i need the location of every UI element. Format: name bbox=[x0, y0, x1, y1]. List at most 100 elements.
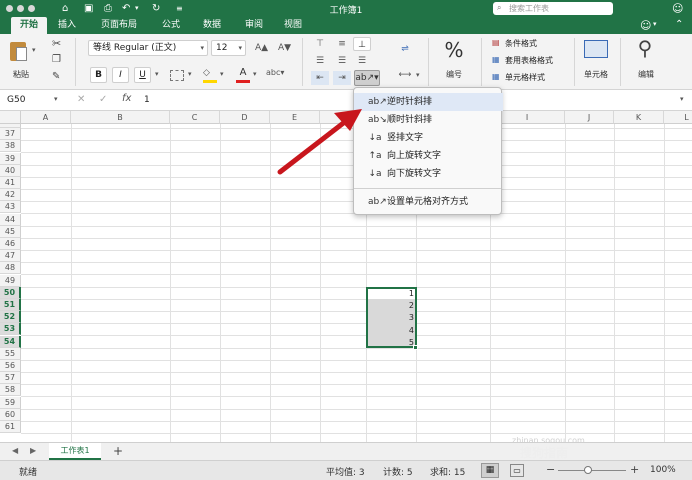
row-header-41[interactable]: 41 bbox=[0, 177, 21, 190]
enter-icon[interactable]: ✓ bbox=[99, 94, 107, 105]
tab-insert[interactable]: 插入 bbox=[51, 17, 83, 34]
row-header-52[interactable]: 52 bbox=[0, 311, 21, 324]
font-color-dropdown-icon[interactable]: ▾ bbox=[253, 70, 257, 78]
font-color-icon[interactable]: A bbox=[236, 67, 250, 79]
row-header-55[interactable]: 55 bbox=[0, 348, 21, 361]
menu-item-rotate-down[interactable]: ↓a 向下旋转文字 bbox=[354, 165, 503, 183]
cell-value[interactable]: 5 bbox=[370, 337, 414, 349]
menu-item-rotate-ccw[interactable]: ab↗ 逆时针斜排 bbox=[354, 93, 503, 111]
sheet-tab[interactable]: 工作表1 bbox=[49, 443, 101, 460]
formula-input[interactable]: 1 bbox=[144, 95, 150, 105]
cells-icon[interactable] bbox=[584, 40, 608, 58]
row-header-49[interactable]: 49 bbox=[0, 275, 21, 288]
percent-icon[interactable]: % bbox=[441, 38, 467, 62]
align-center-icon[interactable]: ☰ bbox=[333, 54, 351, 68]
tab-page-layout[interactable]: 页面布局 bbox=[93, 17, 145, 34]
column-header-d[interactable]: D bbox=[220, 111, 270, 124]
row-header-43[interactable]: 43 bbox=[0, 201, 21, 214]
prev-sheet-icon[interactable]: ◀ bbox=[12, 446, 18, 455]
redo-icon[interactable]: ↻ bbox=[152, 0, 160, 17]
row-header-46[interactable]: 46 bbox=[0, 238, 21, 251]
tab-review[interactable]: 审阅 bbox=[238, 17, 270, 34]
cell-value[interactable]: 3 bbox=[370, 312, 414, 324]
column-header-j[interactable]: J bbox=[565, 111, 614, 124]
bold-button[interactable]: B bbox=[90, 67, 107, 83]
undo-icon[interactable]: ↶ bbox=[122, 0, 130, 17]
row-header-59[interactable]: 59 bbox=[0, 397, 21, 410]
cell-value[interactable]: 2 bbox=[370, 300, 414, 312]
font-name-dropdown[interactable]: 等线 Regular (正文) ▾ bbox=[88, 40, 208, 56]
find-icon[interactable]: ⚲ bbox=[632, 36, 658, 62]
column-header-k[interactable]: K bbox=[614, 111, 664, 124]
merge-center-icon[interactable]: ⟷ bbox=[396, 68, 414, 82]
cell-value[interactable]: 4 bbox=[370, 325, 414, 337]
format-painter-icon[interactable]: ✎ bbox=[52, 71, 60, 82]
cut-icon[interactable]: ✂ bbox=[52, 37, 61, 50]
align-top-icon[interactable]: ⊤ bbox=[311, 37, 329, 51]
zoom-slider-thumb[interactable] bbox=[584, 466, 592, 474]
cell-value[interactable]: 1 bbox=[370, 288, 414, 300]
row-header-37[interactable]: 37 bbox=[0, 128, 21, 141]
row-header-58[interactable]: 58 bbox=[0, 384, 21, 397]
row-header-40[interactable]: 40 bbox=[0, 165, 21, 178]
row-header-47[interactable]: 47 bbox=[0, 250, 21, 263]
copy-icon[interactable]: ❐ bbox=[52, 54, 61, 65]
decrease-indent-icon[interactable]: ⇤ bbox=[311, 71, 329, 85]
print-icon[interactable]: ⎙ bbox=[104, 0, 112, 17]
name-box[interactable]: G50 bbox=[7, 95, 25, 105]
row-header-50[interactable]: 50 bbox=[0, 287, 21, 300]
tab-formulas[interactable]: 公式 bbox=[155, 17, 187, 34]
align-right-icon[interactable]: ☰ bbox=[353, 54, 371, 68]
tab-home[interactable]: 开始 bbox=[11, 17, 47, 34]
row-header-61[interactable]: 61 bbox=[0, 421, 21, 434]
borders-icon[interactable] bbox=[170, 70, 184, 81]
save-icon[interactable]: ▣ bbox=[84, 0, 93, 17]
row-header-51[interactable]: 51 bbox=[0, 299, 21, 312]
row-header-57[interactable]: 57 bbox=[0, 372, 21, 385]
column-header-a[interactable]: A bbox=[21, 111, 71, 124]
search-box[interactable]: ⌕ 搜索工作表 bbox=[493, 2, 613, 15]
next-sheet-icon[interactable]: ▶ bbox=[30, 446, 36, 455]
row-header-54[interactable]: 54 bbox=[0, 336, 21, 349]
shrink-font-button[interactable]: A▼ bbox=[275, 41, 294, 55]
phonetic-icon[interactable]: abc▾ bbox=[266, 68, 294, 82]
zoom-slider[interactable] bbox=[558, 470, 626, 471]
tab-view[interactable]: 视图 bbox=[277, 17, 309, 34]
fill-handle[interactable] bbox=[413, 345, 418, 350]
grow-font-button[interactable]: A▲ bbox=[252, 41, 271, 55]
row-header-39[interactable]: 39 bbox=[0, 153, 21, 166]
row-header-38[interactable]: 38 bbox=[0, 140, 21, 153]
paste-button[interactable] bbox=[8, 40, 30, 64]
column-header-c[interactable]: C bbox=[170, 111, 220, 124]
underline-button[interactable]: U bbox=[134, 67, 151, 83]
menu-item-rotate-up[interactable]: ↑a 向上旋转文字 bbox=[354, 147, 503, 165]
borders-dropdown-icon[interactable]: ▾ bbox=[188, 70, 192, 78]
tab-data[interactable]: 数据 bbox=[196, 17, 228, 34]
customize-toolbar-icon[interactable]: ≡ bbox=[176, 0, 183, 17]
fill-color-icon[interactable]: ◇ bbox=[203, 68, 217, 80]
underline-dropdown-icon[interactable]: ▾ bbox=[155, 70, 159, 78]
add-sheet-icon[interactable]: + bbox=[113, 444, 123, 458]
select-all-corner[interactable] bbox=[0, 111, 21, 124]
normal-view-icon[interactable]: ▦ bbox=[481, 463, 499, 478]
row-header-48[interactable]: 48 bbox=[0, 262, 21, 275]
close-window-button[interactable] bbox=[6, 5, 13, 12]
column-header-b[interactable]: B bbox=[71, 111, 170, 124]
account-icon[interactable]: ☺ bbox=[672, 0, 683, 17]
merge-dropdown-icon[interactable]: ▾ bbox=[416, 71, 420, 79]
menu-item-vertical-text[interactable]: ↓a 竖排文字 bbox=[354, 129, 503, 147]
menu-item-rotate-cw[interactable]: ab↘ 顺时针斜排 bbox=[354, 111, 503, 129]
zoom-out-icon[interactable]: − bbox=[546, 463, 555, 476]
column-header-l[interactable]: L bbox=[664, 111, 692, 124]
orientation-button[interactable]: ab↗▾ bbox=[354, 70, 380, 86]
home-icon[interactable]: ⌂ bbox=[62, 0, 68, 17]
zoom-window-button[interactable] bbox=[28, 5, 35, 12]
smiley-feedback-icon[interactable]: ☺ bbox=[640, 19, 651, 32]
cell-styles-button[interactable]: 单元格样式 bbox=[505, 72, 545, 83]
page-layout-view-icon[interactable]: ▭ bbox=[510, 464, 524, 477]
expand-formula-bar-icon[interactable]: ▾ bbox=[680, 95, 684, 103]
wrap-text-icon[interactable]: ⇌ bbox=[396, 42, 414, 56]
row-header-56[interactable]: 56 bbox=[0, 360, 21, 373]
collapse-ribbon-icon[interactable]: ⌃ bbox=[675, 19, 683, 30]
zoom-in-icon[interactable]: + bbox=[630, 463, 639, 476]
